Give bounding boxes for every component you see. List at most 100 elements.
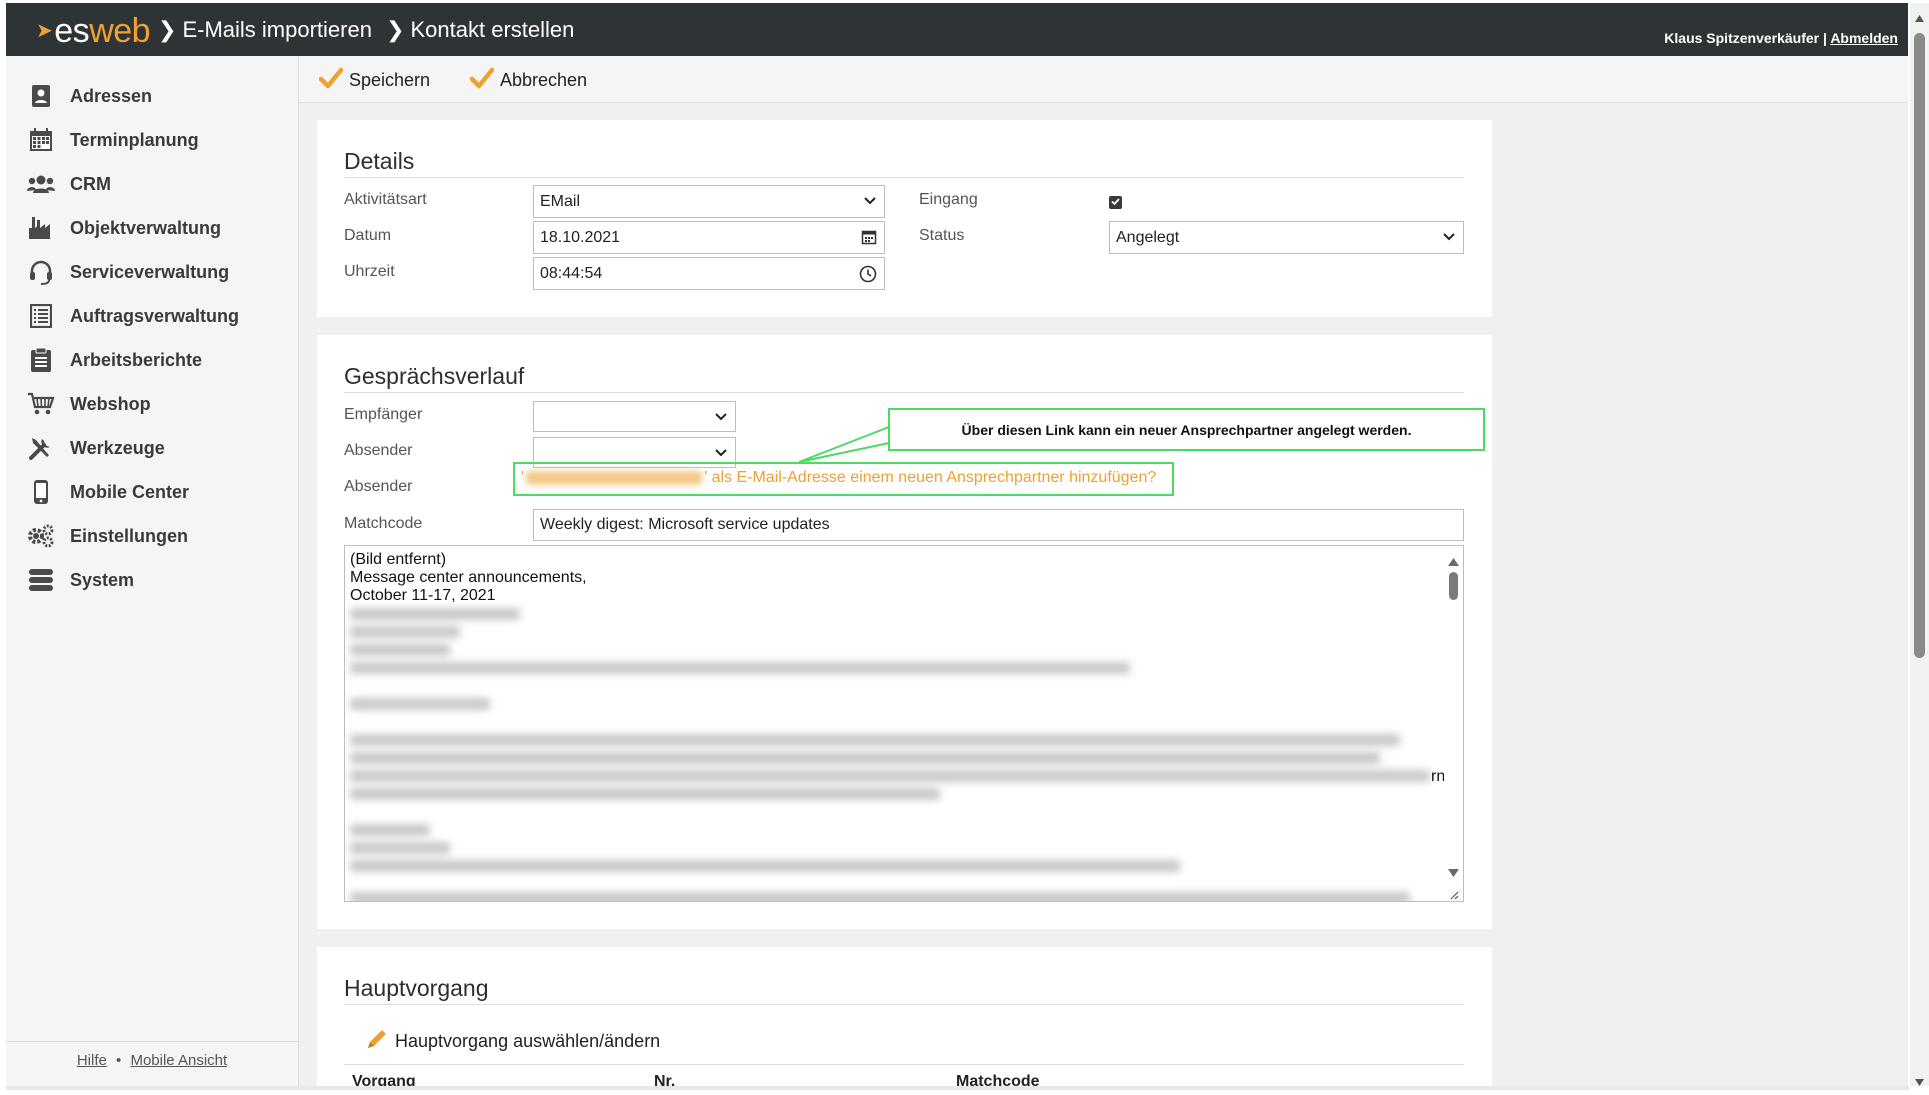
sidebar-item-webshop[interactable]: Webshop: [26, 389, 151, 419]
scroll-up-icon[interactable]: [1915, 9, 1924, 27]
page-scroll-thumb[interactable]: [1914, 33, 1925, 658]
body-line: October 11-17, 2021: [350, 587, 496, 604]
sidebar-item-label: Auftragsverwaltung: [70, 305, 240, 326]
check-icon: [318, 67, 344, 94]
sidebar-item-label: Adressen: [70, 85, 153, 106]
redacted-text: [350, 892, 1410, 901]
pencil-icon: [365, 1027, 389, 1056]
conversation-title: Gesprächsverlauf: [344, 363, 1464, 393]
user-name: Klaus Spitzenverkäufer: [1664, 30, 1820, 46]
scroll-up-icon[interactable]: [1448, 553, 1459, 571]
sidebar-item-arbeitsberichte[interactable]: Arbeitsberichte: [26, 345, 202, 375]
headset-icon: [26, 257, 56, 287]
breadcrumb-item-current: Kontakt erstellen: [410, 17, 575, 42]
textarea-scrollbar[interactable]: [1444, 546, 1463, 901]
app-header: ➤esweb ❯ E-Mails importieren ❯ Kontakt ers…: [6, 3, 1908, 56]
mobile-view-link[interactable]: Mobile Ansicht: [130, 1052, 227, 1069]
status-select[interactable]: Angelegt: [1109, 221, 1464, 254]
sidebar-item-label: Einstellungen: [70, 525, 189, 546]
check-icon: [469, 67, 495, 94]
chevron-down-icon: [863, 193, 877, 212]
main-process-table-header: Vorgang Nr. Matchcode: [344, 1064, 1464, 1095]
sidebar-item-terminplanung[interactable]: Terminplanung: [26, 125, 199, 155]
eingang-checkbox[interactable]: [1109, 196, 1122, 209]
sidebar-item-crm[interactable]: CRM: [26, 169, 111, 199]
sidebar-item-label: Serviceverwaltung: [70, 261, 230, 282]
chevron-right-icon: ❯: [158, 17, 177, 42]
aktivitaetsart-select[interactable]: EMail: [533, 185, 885, 218]
eingang-label: Eingang: [919, 191, 978, 208]
resize-handle-icon[interactable]: [1449, 887, 1459, 901]
absender-email-label: Absender: [344, 478, 413, 495]
scroll-down-icon[interactable]: [1915, 1073, 1924, 1091]
uhrzeit-field[interactable]: 08:44:54: [533, 257, 885, 290]
sidebar-item-label: System: [70, 569, 135, 590]
message-body-textarea[interactable]: (Bild entfernt) Message center announcem…: [344, 545, 1464, 902]
main-content: Details Aktivitätsart EMail Datum 18.10.…: [299, 103, 1908, 1090]
redacted-text: [350, 770, 1430, 782]
new-contact-highlight: ' ' als E-Mail-Adresse einem neuen Anspre…: [513, 462, 1174, 496]
breadcrumb-item-import[interactable]: E-Mails importieren: [182, 17, 372, 42]
help-link[interactable]: Hilfe: [77, 1052, 107, 1069]
details-title: Details: [344, 148, 1464, 178]
sidebar-item-label: Mobile Center: [70, 481, 190, 502]
callout-pointer: [798, 426, 890, 463]
sidebar-item-serviceverwaltung[interactable]: Serviceverwaltung: [26, 257, 229, 287]
cancel-button[interactable]: Abbrechen: [469, 67, 588, 94]
calendar-icon: [26, 125, 56, 155]
sidebar-item-label: Webshop: [70, 393, 151, 414]
esweb-logo[interactable]: ➤esweb: [36, 11, 151, 56]
add-contact-link[interactable]: ' ' als E-Mail-Adresse einem neuen Anspre…: [521, 469, 1156, 487]
matchcode-input[interactable]: Weekly digest: Microsoft service updates: [533, 509, 1464, 541]
logout-link[interactable]: Abmelden: [1830, 30, 1898, 46]
cart-icon: [26, 389, 56, 419]
redacted-text: [350, 608, 520, 620]
redacted-text: [350, 824, 430, 836]
redacted-text: [350, 842, 450, 854]
sidebar-item-auftragsverwaltung[interactable]: Auftragsverwaltung: [26, 301, 239, 331]
breadcrumb: ❯ E-Mails importieren ❯ Kontakt erstellen: [158, 16, 574, 44]
matchcode-label: Matchcode: [344, 515, 423, 532]
redacted-text: [350, 860, 1180, 872]
sidebar: Adressen Terminplanung CRM Objektverwalt…: [6, 56, 299, 1086]
sidebar-item-objektverwaltung[interactable]: Objektverwaltung: [26, 213, 221, 243]
select-main-process-link[interactable]: Hauptvorgang auswählen/ändern: [365, 1027, 660, 1056]
save-button[interactable]: Speichern: [318, 67, 430, 94]
sidebar-item-werkzeuge[interactable]: Werkzeuge: [26, 433, 165, 463]
calendar-icon[interactable]: [861, 229, 877, 250]
page-scrollbar[interactable]: [1910, 3, 1929, 1086]
database-icon: [26, 565, 56, 595]
cancel-label: Abbrechen: [500, 70, 588, 90]
chevron-right-icon: ❯: [386, 17, 405, 42]
sidebar-footer: Hilfe • Mobile Ansicht: [6, 1041, 298, 1069]
status-label: Status: [919, 227, 965, 244]
tools-icon: [26, 433, 56, 463]
sidebar-item-system[interactable]: System: [26, 565, 134, 595]
address-book-icon: [26, 81, 56, 111]
scroll-down-icon[interactable]: [1448, 864, 1459, 882]
main-process-panel: Hauptvorgang Hauptvorgang auswählen/ände…: [317, 947, 1492, 1090]
uhrzeit-label: Uhrzeit: [344, 263, 395, 280]
absender-label: Absender: [344, 442, 413, 459]
body-line: (Bild entfernt): [350, 551, 447, 568]
empfaenger-select[interactable]: [533, 401, 736, 432]
sidebar-item-mobile-center[interactable]: Mobile Center: [26, 477, 189, 507]
datum-field[interactable]: 18.10.2021: [533, 221, 885, 254]
redacted-text: [350, 698, 490, 710]
clipboard-icon: [26, 345, 56, 375]
window-bottom-edge: [6, 1086, 1909, 1090]
redacted-text: [350, 734, 1400, 746]
tooltip-callout: Über diesen Link kann ein neuer Ansprech…: [888, 408, 1485, 451]
sidebar-item-label: CRM: [70, 173, 111, 194]
clock-icon[interactable]: [859, 265, 877, 288]
scroll-thumb[interactable]: [1449, 572, 1458, 600]
datum-label: Datum: [344, 227, 392, 244]
sidebar-item-label: Arbeitsberichte: [70, 349, 203, 370]
empfaenger-label: Empfänger: [344, 406, 423, 423]
toolbar: Speichern Abbrechen: [299, 56, 1908, 103]
sidebar-item-einstellungen[interactable]: Einstellungen: [26, 521, 188, 551]
aktivitaetsart-label: Aktivitätsart: [344, 191, 427, 208]
chevron-down-icon: [714, 409, 728, 428]
redacted-text: [350, 644, 450, 656]
sidebar-item-adressen[interactable]: Adressen: [26, 81, 152, 111]
